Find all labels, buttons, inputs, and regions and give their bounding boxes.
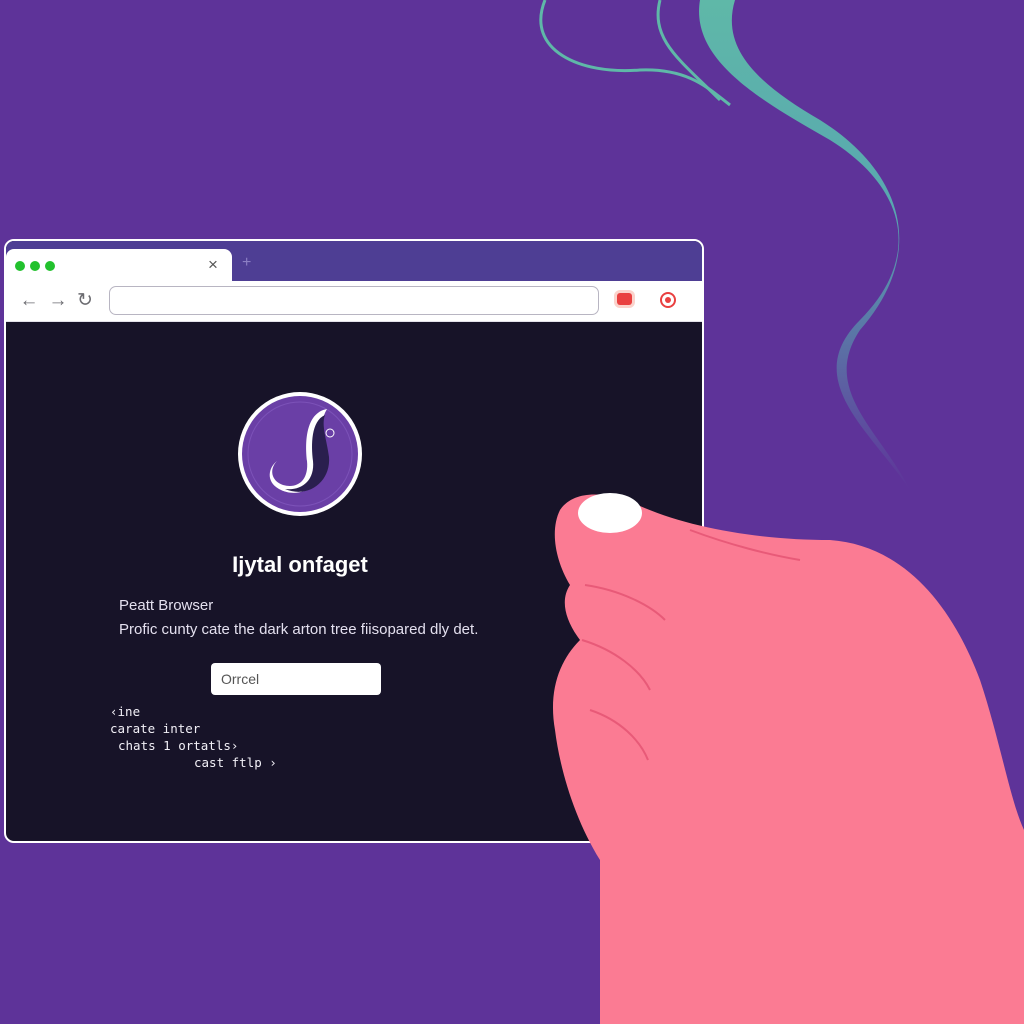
pointing-hand-illustration [552,493,1024,1024]
